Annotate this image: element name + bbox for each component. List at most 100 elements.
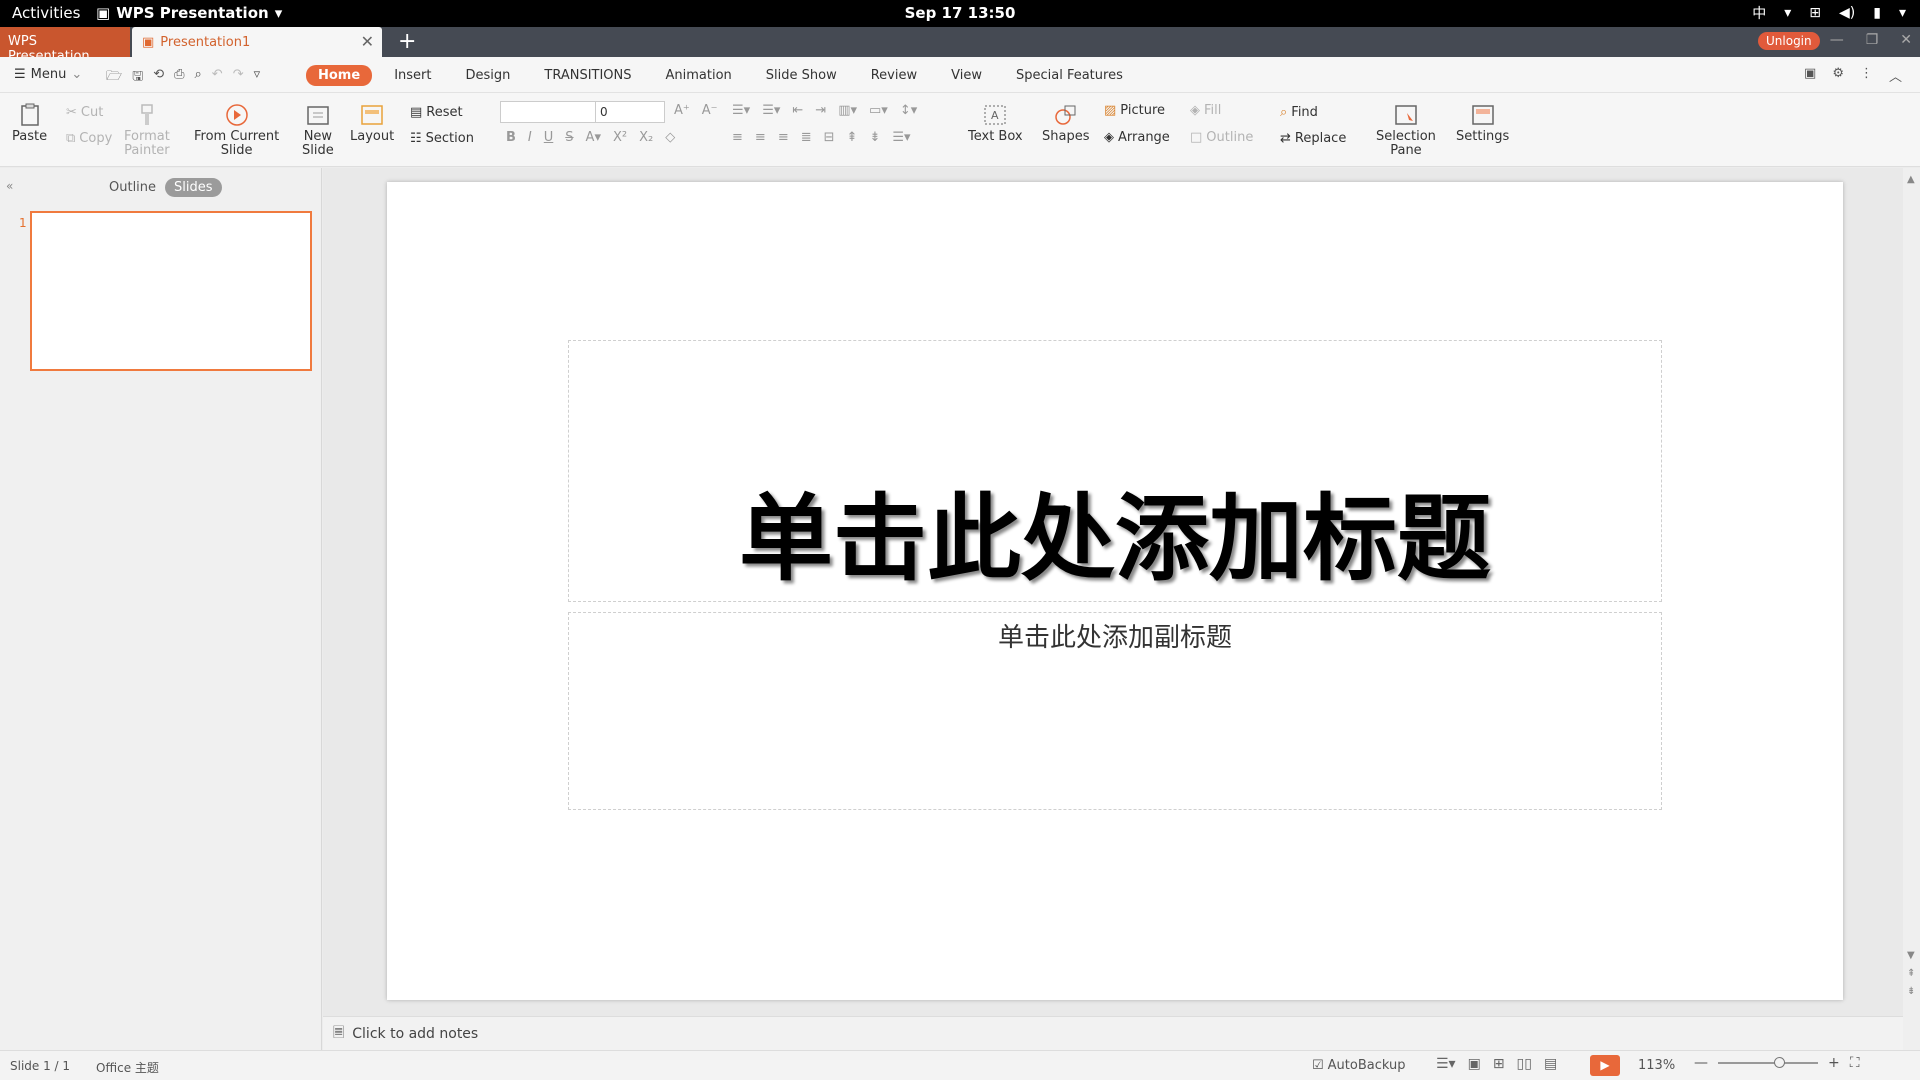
copy-button[interactable]: ⧉ Copy — [66, 131, 112, 146]
save-icon[interactable]: 🖫 — [132, 67, 143, 89]
font-family-select[interactable] — [500, 101, 596, 123]
zoom-level[interactable]: 113% — [1638, 1058, 1675, 1073]
format-painter-button[interactable]: Format Painter — [124, 103, 170, 158]
strikethrough-icon[interactable]: S — [565, 130, 573, 145]
clock[interactable]: Sep 17 13:50 — [0, 4, 1920, 22]
numbered-list-icon[interactable]: ☰▾ — [762, 103, 780, 118]
collapse-ribbon-icon[interactable]: ︿ — [1889, 66, 1902, 85]
restore-icon[interactable]: ❐ — [1866, 32, 1879, 48]
font-color-icon[interactable]: A▾ — [586, 130, 601, 145]
clear-format-icon[interactable]: ◇ — [665, 130, 675, 145]
increase-indent-icon[interactable]: ⇥ — [815, 103, 826, 118]
play-slideshow-button[interactable]: ▶ — [1590, 1055, 1620, 1076]
more-icon[interactable]: ⋮ — [1860, 66, 1873, 85]
tab-view[interactable]: View — [939, 65, 994, 86]
collapse-panel-icon[interactable]: « — [6, 179, 13, 193]
find-button[interactable]: ⌕ Find — [1280, 105, 1318, 120]
text-direction-icon[interactable]: ▭▾ — [869, 103, 888, 118]
notes-pane[interactable]: 🗏 Click to add notes — [323, 1016, 1903, 1050]
align-right-icon[interactable]: ≡ — [778, 130, 789, 145]
gear-icon[interactable]: ⚙ — [1832, 66, 1844, 85]
bold-icon[interactable]: B — [506, 130, 516, 145]
distribute-icon[interactable]: ⊟ — [824, 130, 835, 145]
unlogin-button[interactable]: Unlogin — [1758, 32, 1820, 50]
app-menu[interactable]: ▣ WPS Presentation ▾ — [96, 4, 282, 22]
print-icon[interactable]: ⎙ — [174, 67, 184, 89]
shrink-font-icon[interactable]: A⁻ — [702, 103, 718, 118]
zoom-out-icon[interactable]: — — [1694, 1055, 1708, 1071]
italic-icon[interactable]: I — [528, 130, 532, 145]
next-slide-icon[interactable]: ⇟ — [1907, 986, 1915, 997]
zoom-slider[interactable] — [1718, 1057, 1818, 1068]
wps-home-tab[interactable]: WPS Presentation — [0, 27, 130, 64]
document-tab[interactable]: ▣ Presentation1 ✕ — [132, 27, 382, 57]
tab-insert[interactable]: Insert — [382, 65, 443, 86]
slide-thumbnail[interactable] — [30, 211, 312, 371]
selection-pane-button[interactable]: Selection Pane — [1376, 103, 1436, 158]
decrease-indent-icon[interactable]: ⇤ — [792, 103, 803, 118]
input-method-indicator[interactable]: 中 — [1752, 3, 1766, 23]
print-preview-icon[interactable]: ⌕ — [195, 67, 202, 89]
reset-button[interactable]: ▤ Reset — [410, 105, 463, 120]
scroll-down-icon[interactable]: ▼ — [1907, 950, 1915, 961]
fill-button[interactable]: ◈ Fill — [1190, 103, 1221, 118]
shapes-button[interactable]: Shapes — [1042, 103, 1089, 144]
tab-transitions[interactable]: TRANSITIONS — [532, 65, 643, 86]
previous-slide-icon[interactable]: ⇞ — [1907, 968, 1915, 979]
tab-slides[interactable]: Slides — [165, 178, 222, 197]
open-icon[interactable]: 🗁 — [106, 67, 122, 89]
minimize-icon[interactable]: — — [1830, 32, 1844, 48]
superscript-icon[interactable]: X² — [613, 130, 627, 145]
presenter-view-icon[interactable]: ▤ — [1544, 1056, 1557, 1072]
line-spacing-icon[interactable]: ↕▾ — [900, 103, 917, 118]
font-size-select[interactable]: 0 — [595, 101, 665, 123]
underline-icon[interactable]: U — [544, 130, 554, 145]
redo-icon[interactable]: ↷ — [233, 67, 244, 89]
scroll-up-icon[interactable]: ▲ — [1907, 174, 1915, 185]
close-window-icon[interactable]: ✕ — [1900, 32, 1912, 48]
spacing-menu-icon[interactable]: ☰▾ — [892, 130, 910, 145]
fit-window-icon[interactable]: ⛶ — [1850, 1055, 1860, 1071]
tab-design[interactable]: Design — [453, 65, 522, 86]
columns-icon[interactable]: ▥▾ — [838, 103, 857, 118]
arrange-button[interactable]: ◈ Arrange — [1104, 130, 1170, 145]
settings-button[interactable]: Settings — [1456, 103, 1509, 144]
slide-sorter-icon[interactable]: ⊞ — [1493, 1056, 1505, 1072]
tab-animation[interactable]: Animation — [654, 65, 744, 86]
grow-font-icon[interactable]: A⁺ — [674, 103, 690, 118]
title-placeholder[interactable]: 单击此处添加标题 — [568, 340, 1662, 602]
spacing-after-icon[interactable]: ⇟ — [869, 130, 880, 145]
section-button[interactable]: ☷ Section — [410, 131, 474, 146]
align-left-icon[interactable]: ≡ — [732, 130, 743, 145]
tab-review[interactable]: Review — [859, 65, 929, 86]
layout-button[interactable]: Layout — [350, 103, 394, 144]
slide[interactable]: 单击此处添加标题 单击此处添加副标题 — [387, 182, 1843, 1000]
tab-slide-show[interactable]: Slide Show — [754, 65, 849, 86]
undo-icon[interactable]: ↶ — [212, 67, 223, 89]
paste-button[interactable]: Paste — [12, 103, 47, 144]
skin-icon[interactable]: ▣ — [1804, 66, 1816, 85]
from-current-slide-button[interactable]: From Current Slide — [194, 103, 279, 158]
theme-name[interactable]: Office 主题 — [96, 1059, 159, 1076]
outline-button[interactable]: □ Outline — [1190, 130, 1253, 145]
tab-home[interactable]: Home — [306, 64, 373, 86]
notes-view-icon[interactable]: ☰▾ — [1436, 1056, 1456, 1072]
tab-special-features[interactable]: Special Features — [1004, 65, 1135, 86]
subscript-icon[interactable]: X₂ — [639, 130, 653, 145]
new-tab-button[interactable]: + — [398, 29, 416, 54]
text-box-button[interactable]: A Text Box — [968, 103, 1023, 144]
main-menu-button[interactable]: ☰ Menu ⌄ — [14, 67, 82, 82]
reading-view-icon[interactable]: ▯▯ — [1517, 1056, 1532, 1072]
close-tab-icon[interactable]: ✕ — [361, 32, 374, 51]
vertical-scrollbar[interactable]: ▲ ▼ ⇞ ⇟ — [1903, 168, 1920, 1050]
spacing-before-icon[interactable]: ⇞ — [847, 130, 858, 145]
autobackup-button[interactable]: ☑ AutoBackup — [1312, 1058, 1406, 1073]
align-center-icon[interactable]: ≡ — [755, 130, 766, 145]
customize-icon[interactable]: ▿ — [254, 67, 261, 89]
justify-icon[interactable]: ≣ — [801, 130, 812, 145]
picture-button[interactable]: ▨ Picture — [1104, 103, 1165, 118]
system-tray[interactable]: 中 ▾ ⊞ ◀) ▮ ▾ — [1752, 3, 1906, 23]
activities-button[interactable]: Activities — [12, 4, 80, 22]
bullet-list-icon[interactable]: ☰▾ — [732, 103, 750, 118]
cut-button[interactable]: ✂ Cut — [66, 105, 103, 120]
